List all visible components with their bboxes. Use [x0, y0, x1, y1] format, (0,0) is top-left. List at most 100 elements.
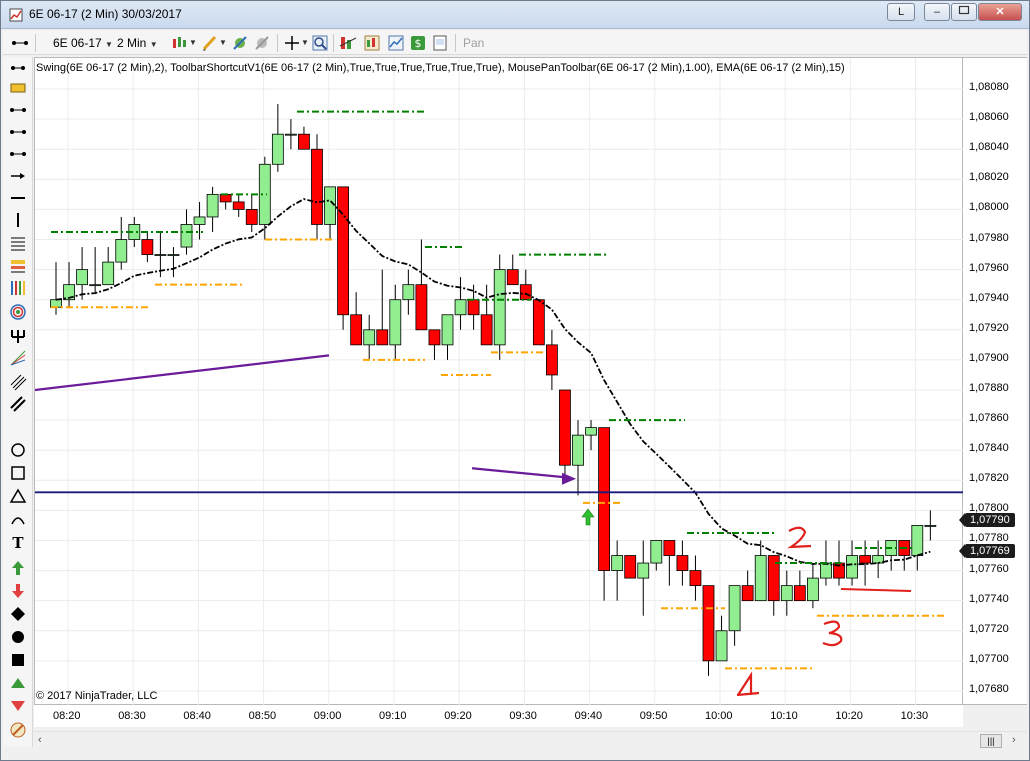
ray-icon[interactable]	[9, 123, 27, 141]
candle-up	[284, 133, 297, 136]
text-tool-icon[interactable]: T	[9, 533, 27, 551]
handwritten-1-icon	[736, 671, 760, 697]
chevron-down-icon: ▼	[105, 40, 113, 49]
candle-up	[611, 555, 624, 571]
scroll-left-icon[interactable]: ‹	[38, 734, 42, 746]
triangle-icon[interactable]	[9, 487, 27, 505]
toolbar-separator	[35, 34, 36, 52]
triangle-down-icon[interactable]	[9, 697, 27, 715]
candle-down	[415, 284, 428, 331]
price-tick-label: 1,07920	[969, 321, 1009, 334]
arrow-down-icon[interactable]	[9, 582, 27, 600]
pan-button[interactable]: Pan	[463, 34, 484, 52]
horizontal-scrollbar[interactable]: ‹ ||| ›	[34, 731, 1027, 751]
toolbar-separator	[333, 34, 334, 52]
time-tick-label: 08:40	[183, 710, 211, 722]
snapshot-icon[interactable]	[431, 34, 449, 52]
vertical-line-icon[interactable]	[9, 211, 27, 229]
candlestick-chart[interactable]	[34, 58, 964, 706]
zoom-icon[interactable]	[311, 34, 329, 52]
candle-up	[493, 269, 506, 346]
chart-style-icon[interactable]	[171, 34, 189, 52]
drawing-tool-icon[interactable]	[201, 34, 219, 52]
sidebar-grip-icon[interactable]	[9, 59, 27, 77]
ellipse-icon[interactable]	[9, 441, 27, 459]
candle-up	[780, 585, 793, 602]
time-axis[interactable]	[34, 705, 963, 727]
interval-selector[interactable]: 2 Min ▼	[117, 34, 158, 52]
candle-up	[728, 585, 741, 632]
candle-down	[350, 314, 363, 346]
price-tick-label: 1,08020	[969, 171, 1009, 184]
price-chart-panel[interactable]	[34, 57, 964, 706]
candle-up	[206, 193, 219, 218]
candle-up	[572, 434, 584, 466]
ruler-icon[interactable]	[9, 79, 27, 97]
scroll-right-icon[interactable]: ›	[1012, 734, 1016, 746]
horizontal-line-icon[interactable]	[9, 189, 27, 207]
chevron-down-icon[interactable]: ▼	[219, 34, 227, 52]
triangle-up-icon[interactable]	[9, 674, 27, 692]
candle-down	[545, 344, 558, 376]
price-tick-label: 1,07960	[969, 261, 1009, 274]
price-tick-label: 1,07980	[969, 231, 1009, 244]
close-button[interactable]: ✕	[978, 3, 1022, 21]
price-tick-label: 1,07900	[969, 351, 1009, 364]
trend-channel-icon[interactable]	[9, 395, 27, 413]
candle-up	[389, 299, 402, 346]
price-tick-label: 1,07780	[969, 532, 1009, 545]
diamond-icon[interactable]	[9, 605, 27, 623]
link-button[interactable]: L	[887, 3, 915, 21]
chevron-down-icon[interactable]: ▼	[301, 34, 309, 52]
candle-down	[467, 299, 480, 316]
toolbar-separator	[277, 34, 278, 52]
candle-up	[258, 163, 271, 225]
time-tick-label: 09:30	[509, 710, 537, 722]
price-tick-label: 1,07940	[969, 291, 1009, 304]
dollar-icon[interactable]: $	[409, 34, 427, 52]
chevron-down-icon[interactable]: ▼	[189, 34, 197, 52]
toolbar-grip-icon[interactable]	[11, 34, 29, 52]
price-tick-label: 1,08000	[969, 201, 1009, 214]
crosshair-icon[interactable]	[283, 34, 301, 52]
indicators-icon[interactable]	[339, 34, 357, 52]
dot-icon[interactable]	[9, 628, 27, 646]
regression-channel-icon[interactable]	[9, 373, 27, 391]
gann-fan-icon[interactable]	[9, 349, 27, 367]
buy-signal-arrow-icon	[581, 508, 595, 526]
price-tick-label: 1,07760	[969, 562, 1009, 575]
remove-drawings-icon[interactable]	[9, 721, 27, 739]
fibonacci-extension-icon[interactable]	[9, 257, 27, 275]
strategies-icon[interactable]	[363, 34, 381, 52]
extended-line-icon[interactable]	[9, 145, 27, 163]
candle-down	[428, 329, 441, 346]
copyright-label: © 2017 NinjaTrader, LLC	[36, 690, 158, 702]
fibonacci-circle-icon[interactable]	[9, 303, 27, 321]
square-icon[interactable]	[9, 651, 27, 669]
minimize-button[interactable]: –	[924, 3, 950, 21]
candle-up	[715, 630, 728, 662]
properties-icon[interactable]	[387, 34, 405, 52]
fibonacci-time-icon[interactable]	[9, 279, 27, 297]
time-tick-label: 09:00	[313, 710, 342, 722]
candle-up	[167, 254, 180, 256]
chart-trader-icon[interactable]	[253, 34, 271, 52]
candle-up	[180, 224, 193, 248]
price-tick-label: 1,07680	[969, 682, 1009, 695]
maximize-button[interactable]	[951, 3, 977, 21]
instrument-selector[interactable]: 6E 06-17 ▼	[53, 34, 113, 52]
arc-icon[interactable]	[9, 510, 27, 528]
fibonacci-retracement-icon[interactable]	[9, 235, 27, 253]
arrow-up-icon[interactable]	[9, 559, 27, 577]
scrollbar-thumb[interactable]: |||	[980, 734, 1002, 748]
title-bar[interactable]: 6E 06-17 (2 Min) 30/03/2017 L – ✕	[1, 1, 1029, 29]
rectangle-icon[interactable]	[9, 464, 27, 482]
line-icon[interactable]	[9, 101, 27, 119]
andrews-pitchfork-icon[interactable]	[9, 327, 27, 345]
strategy-icon[interactable]	[231, 34, 249, 52]
price-axis[interactable]	[963, 57, 1027, 705]
price-tick-label: 1,07820	[969, 472, 1009, 485]
interval-label: 2 Min	[117, 36, 147, 50]
last-price-tag: 1,07790	[959, 513, 1015, 527]
arrow-line-icon[interactable]	[9, 167, 27, 185]
